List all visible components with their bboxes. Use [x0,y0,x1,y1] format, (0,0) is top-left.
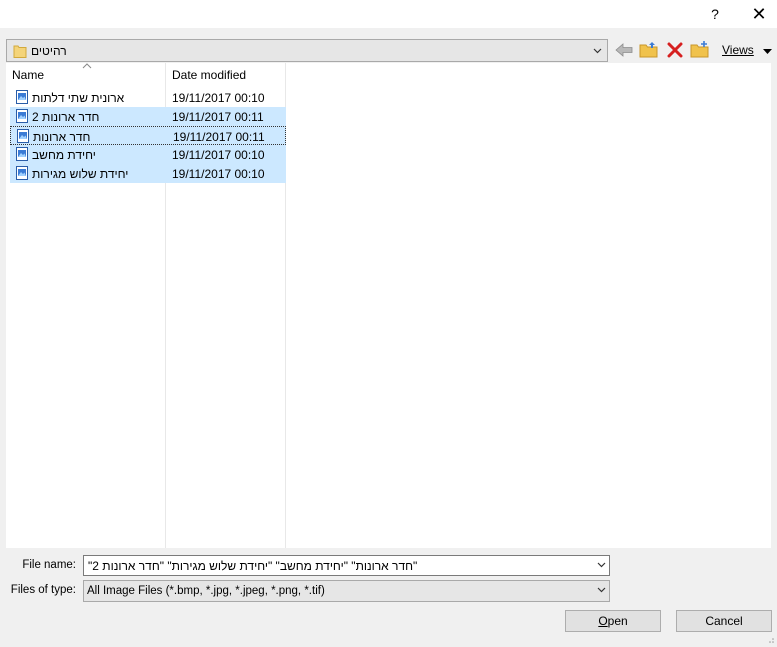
file-name-label: File name: [22,559,76,571]
file-type-select[interactable]: All Image Files (*.bmp, *.jpg, *.jpeg, *… [83,580,610,602]
up-folder-icon [639,42,658,58]
image-file-icon [17,129,29,146]
image-file-icon [16,147,28,164]
column-header-name-label: Name [12,68,45,82]
file-date: 19/11/2017 00:11 [172,110,264,124]
new-folder-icon [690,41,709,58]
file-name-value: "חדר ארונות" "יחידת מחשב" "יחידת שלוש מג… [88,559,418,573]
new-folder-button[interactable] [689,39,711,61]
column-header-date[interactable]: Date modified [172,68,246,82]
title-bar: ? ✕ [0,0,777,28]
file-name-field[interactable]: "חדר ארונות" "יחידת מחשב" "יחידת שלוש מג… [83,555,610,576]
file-type-label: Files of type: [10,584,76,596]
open-button[interactable]: Open [565,610,661,632]
chevron-down-icon[interactable] [597,584,606,599]
file-list[interactable]: Name Date modified ארונית שתי דלתות 19/1… [6,63,771,548]
delete-button[interactable] [664,39,686,61]
image-file-icon [16,90,28,107]
file-date: 19/11/2017 00:10 [172,148,265,162]
look-in-dropdown[interactable]: רהיטים [6,39,608,62]
open-button-label: pen [607,614,628,628]
file-name: חדר ארונות 2 [32,110,100,124]
file-row[interactable]: חדר ארונות 2 19/11/2017 00:11 [10,107,286,126]
column-header-name[interactable]: Name [12,68,44,82]
image-file-icon [16,109,28,126]
file-type-value: All Image Files (*.bmp, *.jpg, *.jpeg, *… [87,585,325,597]
folder-icon [13,43,27,61]
chevron-down-icon[interactable] [597,559,606,574]
close-button[interactable]: ✕ [741,0,777,28]
file-date: 19/11/2017 00:11 [173,130,265,144]
file-name: יחידת שלוש מגירות [32,167,129,181]
file-name: ארונית שתי דלתות [32,91,125,105]
column-header-date-label: Date modified [172,68,247,82]
cancel-button-label: Cancel [705,614,743,628]
file-date: 19/11/2017 00:10 [172,167,265,181]
sort-ascending-icon [82,61,92,71]
views-label: Views [722,43,754,57]
file-date: 19/11/2017 00:10 [172,91,265,105]
file-row[interactable]: יחידת מחשב 19/11/2017 00:10 [10,145,286,164]
open-button-accesskey: O [598,614,608,628]
file-row[interactable]: חדר ארונות 19/11/2017 00:11 [10,126,286,145]
file-row[interactable]: ארונית שתי דלתות 19/11/2017 00:10 [10,88,286,107]
file-name: חדר ארונות [33,130,91,144]
chevron-down-icon[interactable] [590,43,604,58]
resize-grip-icon[interactable] [767,633,775,643]
views-menu-button[interactable]: Views [716,39,772,61]
help-button[interactable]: ? [697,0,733,28]
back-button[interactable] [613,39,635,61]
delete-x-icon [667,42,683,58]
image-file-icon [16,166,28,183]
cancel-button[interactable]: Cancel [676,610,772,632]
file-row[interactable]: יחידת שלוש מגירות 19/11/2017 00:10 [10,164,286,183]
back-arrow-icon [615,43,633,57]
caret-down-icon [762,43,772,57]
file-name: יחידת מחשב [32,148,96,162]
up-folder-button[interactable] [638,39,660,61]
look-in-folder-name: רהיטים [31,44,67,58]
